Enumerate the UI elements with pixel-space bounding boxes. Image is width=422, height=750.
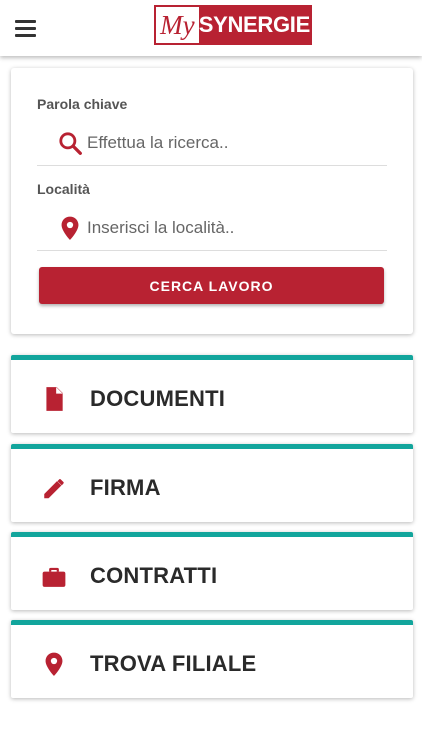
location-field <box>37 206 387 251</box>
logo-prefix: My <box>156 7 199 43</box>
location-input[interactable] <box>87 214 377 242</box>
keyword-field <box>37 121 387 166</box>
menu-item-label: TROVA FILIALE <box>90 651 257 676</box>
menu-item-documenti[interactable]: DOCUMENTI <box>11 355 413 433</box>
job-search-card: Parola chiave Località CERCA LAVORO <box>11 68 413 334</box>
search-icon <box>59 132 82 155</box>
hamburger-menu-icon[interactable] <box>12 14 40 42</box>
app-logo: My SYNERGIE <box>154 5 312 45</box>
menu-item-label: DOCUMENTI <box>90 386 226 411</box>
menu-item-label: FIRMA <box>90 475 161 500</box>
menu-item-contratti[interactable]: CONTRATTI <box>11 532 413 610</box>
keyword-label: Parola chiave <box>37 96 128 112</box>
menu-item-firma[interactable]: FIRMA <box>11 444 413 522</box>
location-label: Località <box>37 181 90 197</box>
briefcase-icon <box>42 567 66 587</box>
pencil-icon <box>44 479 64 499</box>
app-bar: My SYNERGIE <box>0 0 422 56</box>
menu-item-trova-filiale[interactable]: TROVA FILIALE <box>11 620 413 698</box>
keyword-input[interactable] <box>87 129 377 157</box>
search-job-button[interactable]: CERCA LAVORO <box>39 267 384 304</box>
location-pin-icon <box>45 652 63 676</box>
logo-brand: SYNERGIE <box>198 7 310 43</box>
location-pin-icon <box>61 216 79 240</box>
document-icon <box>46 387 63 411</box>
menu-item-label: CONTRATTI <box>90 563 218 588</box>
